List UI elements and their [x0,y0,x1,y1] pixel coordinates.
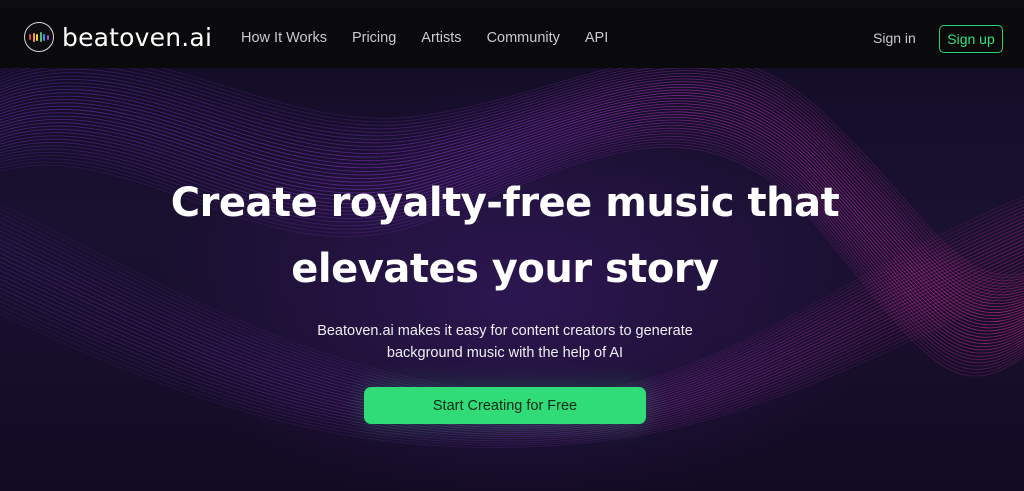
nav-how-it-works[interactable]: How It Works [241,30,327,46]
nav-pricing[interactable]: Pricing [352,30,396,46]
headline-line-1: Create royalty-free music that [170,180,840,226]
start-creating-button[interactable]: Start Creating for Free [364,387,646,424]
equalizer-bars-icon [24,22,54,52]
hero-headline: Create royalty-free music that elevates … [0,170,1010,302]
brand-name: beatoven.ai [62,22,213,52]
top-strip [0,0,1024,8]
nav-community[interactable]: Community [487,30,560,46]
sign-in-link[interactable]: Sign in [873,30,916,46]
nav-links: How It Works Pricing Artists Community A… [241,8,633,68]
subtitle-line-2: background music with the help of AI [386,345,624,361]
navbar: beatoven.ai How It Works Pricing Artists… [0,8,1024,68]
nav-api[interactable]: API [585,30,608,46]
hero-subtitle: Beatoven.ai makes it easy for content cr… [0,320,1010,364]
nav-artists[interactable]: Artists [421,30,461,46]
subtitle-line-1: Beatoven.ai makes it easy for content cr… [317,323,693,339]
sign-up-button[interactable]: Sign up [939,25,1003,53]
logo[interactable]: beatoven.ai [24,22,212,52]
headline-line-2: elevates your story [291,246,719,292]
